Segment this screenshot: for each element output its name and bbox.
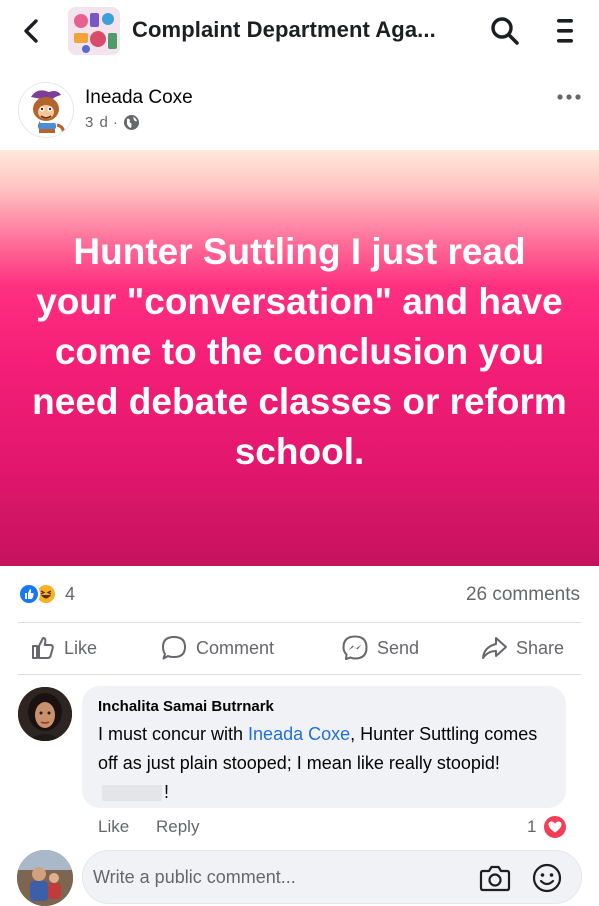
share-icon [482,637,507,659]
comment-input-box[interactable] [82,850,582,904]
camera-button[interactable] [479,863,511,893]
post-more-button[interactable] [556,90,582,104]
divider [18,622,581,623]
comment-icon [162,636,186,660]
like-icon [32,637,54,659]
love-reaction-icon[interactable] [542,814,568,840]
more-dots-icon [557,94,581,100]
comment-reply-button[interactable]: Reply [156,817,199,837]
search-icon [491,17,519,45]
globe-icon [123,115,139,130]
back-button[interactable] [18,16,44,46]
hamburger-menu-icon [557,19,573,43]
comment-text: I must concur with Ineada Coxe, Hunter S… [98,720,558,807]
comment-like-button[interactable]: Like [98,817,129,837]
top-bar: Complaint Department Aga... [0,0,599,62]
comment-button[interactable]: Comment [160,632,274,664]
comment-text-end: ! [164,782,170,802]
group-thumbnail[interactable] [68,7,120,55]
comment-label: Comment [196,637,275,658]
post-background-banner: Hunter Suttling I just read your "conver… [0,150,599,566]
my-avatar[interactable] [17,850,73,906]
send-label: Send [377,637,420,658]
post-time[interactable]: 3 d [85,114,109,131]
commenter-avatar[interactable] [18,687,72,741]
emoji-button[interactable] [531,862,563,894]
meta-dot: · [112,114,119,131]
reaction-stats: 4 26 comments [0,578,599,610]
like-label: Like [64,637,98,658]
camera-icon [479,865,511,892]
divider [18,674,581,675]
commenter-name[interactable]: Inchalita Samai Butrnark [98,698,274,715]
redacted-block [102,785,162,802]
post-text: Hunter Suttling I just read your "conver… [32,231,567,472]
send-button[interactable]: Send [341,632,419,664]
like-reaction-icon[interactable] [18,583,40,605]
reaction-count[interactable]: 4 [65,584,75,605]
post-header: Ineada Coxe 3 d · [0,70,599,142]
post-meta: 3 d · [85,114,140,131]
share-label: Share [516,637,565,658]
emoji-icon [532,863,562,893]
menu-button[interactable] [550,15,580,47]
comment-mention-link[interactable]: Ineada Coxe [248,724,350,744]
search-button[interactable] [489,15,521,47]
group-title[interactable]: Complaint Department Aga... [132,17,436,43]
messenger-icon [342,635,368,660]
comment-input[interactable] [93,861,453,893]
comments-count[interactable]: 26 comments [466,584,580,606]
like-button[interactable]: Like [30,632,97,664]
comment-text-start: I must concur with [98,724,249,744]
comment-composer [0,848,599,906]
comment-bubble[interactable]: Inchalita Samai Butrnark I must concur w… [82,686,566,808]
comment-reaction-count[interactable]: 1 [527,817,536,837]
author-avatar[interactable] [18,82,74,138]
post-actions-bar: Like Comment Send Share [0,624,599,672]
share-button[interactable]: Share [480,632,564,664]
post-author-name[interactable]: Ineada Coxe [85,87,193,109]
chevron-left-icon [24,19,38,43]
